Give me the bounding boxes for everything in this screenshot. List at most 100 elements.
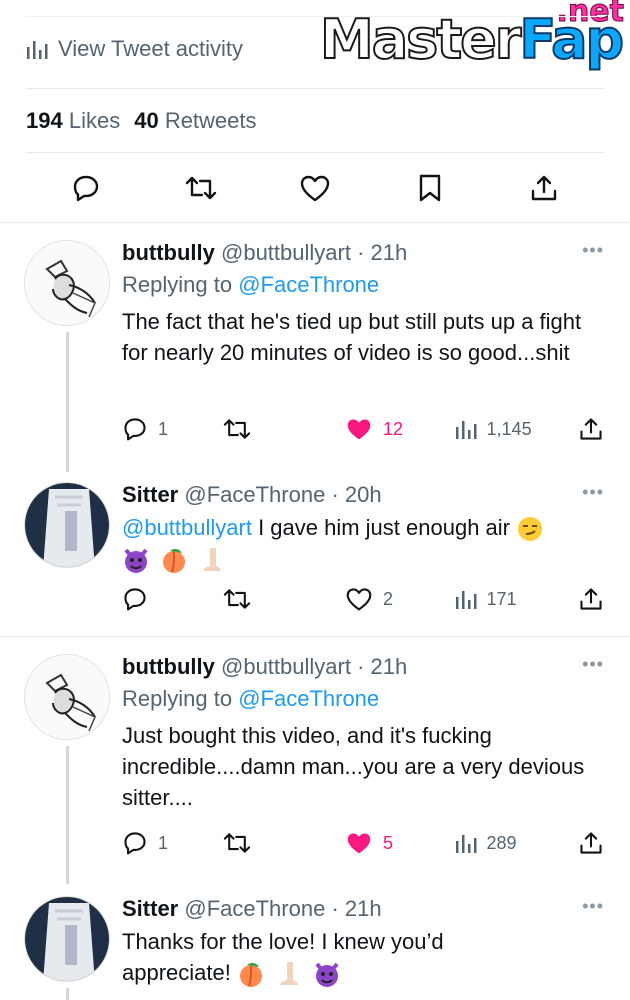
display-name[interactable]: Sitter <box>122 482 178 507</box>
retweet-icon <box>223 419 250 439</box>
devil-emoji-icon <box>315 962 339 988</box>
more-options-button[interactable]: ••• <box>582 240 604 261</box>
reply-icon <box>124 832 146 855</box>
view-count: 1,145 <box>486 418 532 439</box>
avatar-sketch-icon <box>25 241 109 325</box>
devil-emoji-icon <box>124 549 148 574</box>
like-count: 5 <box>383 832 394 853</box>
view-tweet-activity-link[interactable]: View Tweet activity <box>26 36 243 62</box>
share-icon <box>580 588 602 610</box>
handle[interactable]: @buttbullyart <box>221 654 351 679</box>
divider <box>0 222 630 223</box>
handle[interactable]: @FaceThrone <box>184 896 325 921</box>
avatar[interactable] <box>24 654 110 740</box>
display-name[interactable]: Sitter <box>122 896 178 921</box>
handle[interactable]: @buttbullyart <box>221 240 351 265</box>
avatar[interactable] <box>24 482 110 568</box>
thread-line <box>66 988 69 1000</box>
replying-to: Replying to @FaceThrone <box>122 272 380 297</box>
nose-emoji-icon <box>280 962 299 986</box>
timestamp[interactable]: · 21h <box>357 240 407 265</box>
tweet-actions: 1 5 289 <box>122 830 604 856</box>
nose-emoji-icon <box>203 548 222 572</box>
more-options-button[interactable]: ••• <box>582 482 604 503</box>
replying-to-link[interactable]: @FaceThrone <box>238 272 379 297</box>
like-count: 12 <box>383 418 404 439</box>
like-button[interactable] <box>295 168 335 208</box>
more-options-button[interactable]: ••• <box>582 654 604 675</box>
timestamp[interactable]: · 21h <box>331 896 381 921</box>
reply-button[interactable] <box>66 168 106 208</box>
analytics-icon <box>455 591 477 609</box>
analytics-icon <box>455 421 477 439</box>
reply-button[interactable] <box>122 586 222 612</box>
share-button[interactable] <box>578 830 604 856</box>
retweet-icon <box>223 833 250 853</box>
heart-icon <box>300 175 330 202</box>
views-button[interactable]: 1,145 <box>455 418 578 440</box>
tweet-header: Sitter @FaceThrone · 21h <box>122 896 604 922</box>
mention-link[interactable]: @buttbullyart <box>122 515 252 540</box>
reply-icon <box>73 175 99 202</box>
like-button[interactable]: 2 <box>345 586 455 612</box>
analytics-icon <box>27 41 48 59</box>
tweet-actions: 2 171 <box>122 586 604 612</box>
timestamp[interactable]: · 21h <box>357 654 407 679</box>
tweet-text: Just bought this video, and it's fucking… <box>122 723 585 810</box>
share-button[interactable] <box>578 586 604 612</box>
share-button[interactable] <box>578 416 604 442</box>
share-icon <box>580 418 602 440</box>
retweet-icon <box>185 176 216 200</box>
divider <box>26 88 604 89</box>
reply-icon <box>124 588 146 611</box>
watermark-logo: MasterFap .net <box>319 0 625 72</box>
peach-emoji-icon <box>163 549 186 574</box>
divider <box>0 636 630 637</box>
retweet-button[interactable] <box>222 830 345 856</box>
smirk-emoji-icon <box>518 517 543 542</box>
retweet-button[interactable] <box>222 416 345 442</box>
tweet-text: The fact that he's tied up but still put… <box>122 309 582 365</box>
tweet-text: @buttbullyart I gave him just enough air <box>122 512 604 574</box>
divider <box>26 16 604 17</box>
display-name[interactable]: buttbully <box>122 240 215 265</box>
retweet-button[interactable] <box>181 168 221 208</box>
reply-button[interactable]: 1 <box>122 416 222 442</box>
tweet-header: Sitter @FaceThrone · 20h <box>122 482 604 508</box>
timestamp[interactable]: · 20h <box>331 482 381 507</box>
thread-line <box>66 332 69 472</box>
views-button[interactable]: 171 <box>455 588 578 610</box>
avatar[interactable] <box>24 240 110 326</box>
like-button[interactable]: 12 <box>345 416 455 442</box>
avatar-photo-icon <box>25 483 109 567</box>
view-count: 171 <box>486 588 517 609</box>
retweets-stat[interactable]: 40 Retweets <box>134 108 256 134</box>
reply-button[interactable]: 1 <box>122 830 222 856</box>
bookmark-icon <box>419 174 440 202</box>
view-tweet-activity-label: View Tweet activity <box>58 36 244 61</box>
analytics-icon <box>455 835 477 853</box>
view-count: 289 <box>486 832 517 853</box>
avatar[interactable] <box>24 896 110 982</box>
replying-to: Replying to @FaceThrone <box>122 686 380 711</box>
handle[interactable]: @FaceThrone <box>184 482 325 507</box>
display-name[interactable]: buttbully <box>122 654 215 679</box>
tweet-actions: 1 12 1,145 <box>122 416 604 442</box>
tweet-text: Thanks for the love! I knew you’d apprec… <box>122 926 522 988</box>
tweet-header: buttbully @buttbullyart · 21h <box>122 654 604 680</box>
replying-to-link[interactable]: @FaceThrone <box>238 686 379 711</box>
tweet-action-bar <box>40 168 590 208</box>
more-options-button[interactable]: ••• <box>582 896 604 917</box>
divider <box>26 152 604 153</box>
like-button[interactable]: 5 <box>345 830 455 856</box>
heart-icon <box>346 588 372 611</box>
share-icon <box>580 832 602 854</box>
bookmark-button[interactable] <box>410 168 450 208</box>
like-count: 2 <box>383 588 394 609</box>
avatar-photo-icon <box>25 897 109 981</box>
retweet-button[interactable] <box>222 586 345 612</box>
reply-count: 1 <box>158 418 169 439</box>
share-button[interactable] <box>524 168 564 208</box>
views-button[interactable]: 289 <box>455 832 578 854</box>
likes-stat[interactable]: 194 Likes <box>26 108 120 134</box>
